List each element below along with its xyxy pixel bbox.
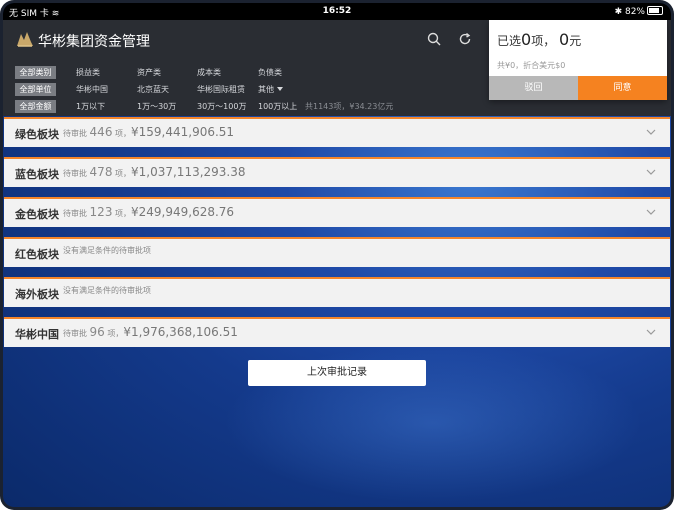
section-red[interactable]: 红色板块 没有满足条件的待审批项 xyxy=(4,237,670,267)
tablet-frame: 无 SIM 卡 ≋ 16:52 ✱ 82% 华彬集团资金管理 全部类别 损益类 … xyxy=(0,0,674,510)
agree-button[interactable]: 同意 xyxy=(578,76,667,100)
section-title: 蓝色板块 xyxy=(15,168,59,181)
chevron-down-icon xyxy=(646,129,656,135)
section-title: 绿色板块 xyxy=(15,128,59,141)
filter-option[interactable]: 1万以下 xyxy=(76,100,105,113)
section-overseas[interactable]: 海外板块 没有满足条件的待审批项 xyxy=(4,277,670,307)
filter-option[interactable]: 北京蓝天 xyxy=(137,83,169,96)
battery-status: ✱ 82% xyxy=(615,6,663,17)
company-logo-icon xyxy=(17,32,33,47)
refresh-icon[interactable] xyxy=(457,31,473,47)
clock-text: 16:52 xyxy=(322,6,352,16)
section-blue[interactable]: 蓝色板块 待审批 478 项，¥1,037,113,293.38 xyxy=(4,157,670,187)
filter-option[interactable]: 30万～100万 xyxy=(197,100,246,113)
section-huabin-china[interactable]: 华彬中国 待审批 96 项，¥1,976,368,106.51 xyxy=(4,317,670,347)
section-title: 海外板块 xyxy=(15,288,59,301)
filter-option[interactable]: 100万以上 xyxy=(258,100,297,113)
section-title: 红色板块 xyxy=(15,248,59,261)
app-title: 华彬集团资金管理 xyxy=(38,34,150,50)
bluetooth-icon: ✱ xyxy=(614,7,623,17)
filter-option[interactable]: 华彬中国 xyxy=(76,83,108,96)
chevron-down-icon xyxy=(646,329,656,335)
filter-summary: 共1143项，¥34.23亿元 xyxy=(305,102,394,111)
section-gold[interactable]: 金色板块 待审批 123 项，¥249,949,628.76 xyxy=(4,197,670,227)
last-approval-record-button[interactable]: 上次审批记录 xyxy=(248,360,426,386)
selection-panel: 已选0项， 0元 共¥0，折合美元$0 驳回 同意 xyxy=(489,20,667,100)
screen: 无 SIM 卡 ≋ 16:52 ✱ 82% 华彬集团资金管理 全部类别 损益类 … xyxy=(3,3,671,507)
filter-option-other-dropdown[interactable]: 其他 xyxy=(258,83,283,96)
selection-summary: 已选0项， 0元 xyxy=(497,30,582,49)
filter-chip-all-category[interactable]: 全部类别 xyxy=(15,66,56,79)
section-info: 待审批 446 项，¥159,441,906.51 xyxy=(63,125,235,139)
chevron-down-icon xyxy=(646,169,656,175)
caret-down-icon xyxy=(277,87,283,91)
section-empty-note: 没有满足条件的待审批项 xyxy=(63,246,151,255)
filter-chip-all-amount[interactable]: 全部金额 xyxy=(15,100,56,113)
chevron-down-icon xyxy=(646,209,656,215)
section-title: 华彬中国 xyxy=(15,328,59,341)
search-icon[interactable] xyxy=(426,31,442,47)
section-empty-note: 没有满足条件的待审批项 xyxy=(63,286,151,295)
section-info: 待审批 123 项，¥249,949,628.76 xyxy=(63,205,235,219)
section-info: 待审批 96 项，¥1,976,368,106.51 xyxy=(63,325,238,339)
filter-option[interactable]: 负债类 xyxy=(258,66,282,79)
filter-option[interactable]: 1万～30万 xyxy=(137,100,176,113)
section-title: 金色板块 xyxy=(15,208,59,221)
section-green[interactable]: 绿色板块 待审批 446 项，¥159,441,906.51 xyxy=(4,117,670,147)
reject-button[interactable]: 驳回 xyxy=(489,76,578,100)
battery-icon xyxy=(647,6,663,15)
filter-option[interactable]: 损益类 xyxy=(76,66,100,79)
filter-option[interactable]: 资产类 xyxy=(137,66,161,79)
status-bar: 无 SIM 卡 ≋ 16:52 ✱ 82% xyxy=(3,3,671,20)
filter-option[interactable]: 成本类 xyxy=(197,66,221,79)
section-info: 待审批 478 项，¥1,037,113,293.38 xyxy=(63,165,246,179)
filter-chip-all-unit[interactable]: 全部单位 xyxy=(15,83,56,96)
selection-subtotal: 共¥0，折合美元$0 xyxy=(497,61,566,70)
filter-option[interactable]: 华彬国际租赁 xyxy=(197,83,245,96)
